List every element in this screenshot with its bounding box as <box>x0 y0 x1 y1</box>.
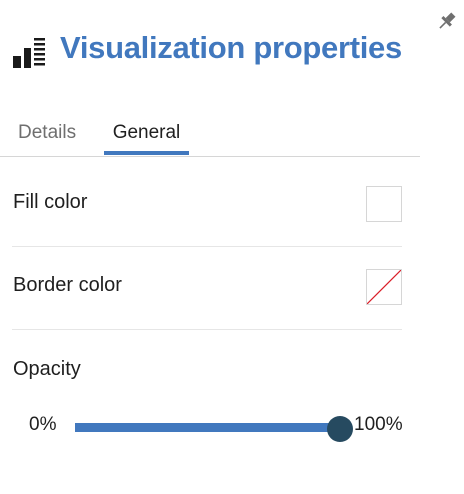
border-color-swatch[interactable] <box>366 269 402 305</box>
no-color-icon <box>366 269 402 305</box>
pin-icon[interactable] <box>436 10 458 32</box>
divider <box>12 329 402 330</box>
fill-color-swatch[interactable] <box>366 186 402 222</box>
tab-general[interactable]: General <box>104 118 189 155</box>
opacity-label: Opacity <box>13 358 81 380</box>
visualization-bars-icon <box>12 36 46 70</box>
fill-color-label: Fill color <box>13 191 88 213</box>
opacity-slider-thumb[interactable] <box>327 416 353 442</box>
opacity-slider-fill <box>75 423 340 432</box>
opacity-min-label: 0% <box>29 414 57 435</box>
opacity-slider-track[interactable] <box>75 423 340 432</box>
tab-details[interactable]: Details <box>18 118 76 155</box>
border-color-label: Border color <box>13 274 122 296</box>
panel-title: Visualization properties <box>60 30 402 65</box>
divider <box>12 246 402 247</box>
opacity-max-label: 100% <box>354 414 403 435</box>
tab-bar: Details General <box>0 118 420 157</box>
